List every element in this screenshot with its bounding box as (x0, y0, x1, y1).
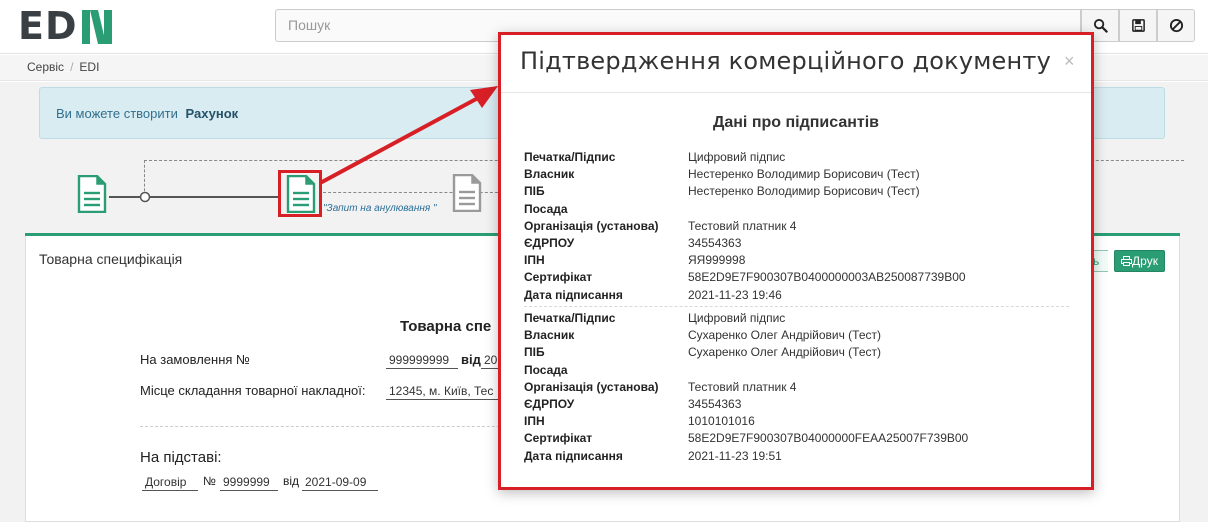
save-button[interactable] (1119, 9, 1157, 42)
signer-row: ІПН ЯЯ999998 (524, 252, 1069, 269)
signer-row: Сертифікат 58E2D9E7F900307B04000000FEAA25… (524, 430, 1069, 447)
place-value: 12345, м. Київ, Тес (386, 382, 501, 400)
signer-field-value: 34554363 (688, 235, 742, 250)
signer-field-label: ЄДРПОУ (524, 396, 575, 411)
signer-field-label: ІПН (524, 253, 545, 268)
signer-field-value: ЯЯ999998 (688, 253, 746, 268)
signer-field-label: Печатка/Підпис (524, 311, 616, 325)
signer-row: ЄДРПОУ 34554363 (524, 396, 1069, 413)
document-icon-cancel-request[interactable] (452, 174, 482, 212)
signer-field-value: Сухаренко Олег Андрійович (Тест) (688, 345, 881, 360)
flow-connector (109, 196, 279, 198)
order-number: 999999999 (386, 351, 458, 369)
print-button[interactable]: Друк (1114, 250, 1165, 272)
signer-field-value: Нестеренко Володимир Борисович (Тест) (688, 167, 920, 182)
signer-row: ЄДРПОУ 34554363 (524, 235, 1069, 252)
signer-field-label: Власник (524, 328, 575, 343)
modal-subtitle: Дані про підписантів (712, 114, 880, 131)
signer-field-value: Тестовий платник 4 (688, 379, 797, 394)
signer-field-value: Нестеренко Володимир Борисович (Тест) (688, 184, 920, 199)
basis-from-label: від (283, 474, 300, 488)
signer-row: Власник Нестеренко Володимир Борисович (Т… (524, 166, 1069, 183)
create-invoice-link[interactable]: Рахунок (186, 106, 239, 121)
signer-row: Організація (установа) Тестовий платник 4 (524, 218, 1069, 235)
signer-field-value: Цифровий підпис (688, 150, 786, 164)
signer-field-value: 58E2D9E7F900307B04000000FEAA25007F739B00 (688, 431, 969, 446)
breadcrumb-item-service[interactable]: Сервіс (27, 60, 64, 74)
signer-field-value: Цифровий підпис (688, 311, 786, 325)
save-icon (1131, 19, 1145, 32)
close-icon[interactable]: × (1064, 52, 1075, 70)
basis-date: 2021-09-09 (302, 473, 378, 491)
basis-heading: На підставі: (140, 449, 222, 466)
signer-field-label: Посада (524, 201, 568, 216)
signer-separator (524, 306, 1069, 307)
signer-field-label: ЄДРПОУ (524, 235, 575, 250)
logo-n-mark (80, 8, 114, 44)
signer-row: Дата підписання 2021-11-23 19:46 (524, 287, 1069, 304)
breadcrumb-item-edi[interactable]: EDI (79, 60, 99, 74)
signer-row: Посада (524, 362, 1069, 379)
modal-title: Підтвердження комерційного документу (520, 47, 1051, 75)
signer-row: ІПН 1010101016 (524, 413, 1069, 430)
basis-document-type: Договір (142, 473, 198, 491)
breadcrumb-separator: / (70, 60, 74, 74)
signer-field-value: 58E2D9E7F900307B0400000003AB250087739B00 (688, 270, 966, 285)
logo-text: ED (18, 4, 78, 48)
flow-step-label: "Запит на анулювання " (323, 203, 437, 214)
order-label: На замовлення № (140, 352, 250, 367)
signer-field-label: Печатка/Підпис (524, 150, 616, 164)
signer-field-label: Організація (установа) (524, 379, 659, 394)
print-icon (1121, 256, 1133, 266)
flow-node (139, 191, 151, 203)
signer-field-label: Власник (524, 167, 575, 182)
signer-block-2: Печатка/Підпис Цифровий підпис Власник Сух… (524, 310, 1069, 465)
cancel-icon (1169, 18, 1183, 33)
signer-row: Печатка/Підпис Цифровий підпис (524, 149, 1069, 166)
signer-field-label: Посада (524, 362, 568, 377)
modal-header: Підтвердження комерційного документу × (501, 35, 1091, 93)
signer-field-label: ПІБ (524, 184, 545, 199)
document-icon-order[interactable] (77, 175, 107, 213)
signer-field-value: 2021-11-23 19:46 (688, 287, 782, 302)
basis-number-label: № (203, 474, 216, 488)
basis-number: 9999999 (220, 473, 278, 491)
signer-field-label: Організація (установа) (524, 218, 659, 233)
signer-row: Дата підписання 2021-11-23 19:51 (524, 448, 1069, 465)
signer-field-value: 1010101016 (688, 414, 755, 429)
signer-row: Власник Сухаренко Олег Андрійович (Тест) (524, 327, 1069, 344)
signer-row: Сертифікат 58E2D9E7F900307B0400000003AB25… (524, 269, 1069, 286)
signer-row: ПІБ Нестеренко Володимир Борисович (Тест) (524, 183, 1069, 200)
signer-row: Організація (установа) Тестовий платник 4 (524, 379, 1069, 396)
panel-title: Товарна специфікація (39, 251, 183, 267)
signer-field-value: 34554363 (688, 396, 742, 411)
signers-modal: Підтвердження комерційного документу × Д… (498, 32, 1094, 490)
signer-field-label: Дата підписання (524, 287, 623, 302)
signer-field-label: Сертифікат (524, 431, 593, 446)
signer-field-value: 2021-11-23 19:51 (688, 448, 782, 463)
signer-field-label: Сертифікат (524, 270, 593, 285)
signer-block-1: Печатка/Підпис Цифровий підпис Власник Нес… (524, 149, 1069, 304)
search-icon (1093, 18, 1108, 33)
order-from-label: від (461, 352, 481, 367)
signer-row: ПІБ Сухаренко Олег Андрійович (Тест) (524, 344, 1069, 361)
signer-field-value: Сухаренко Олег Андрійович (Тест) (688, 328, 881, 343)
signer-row: Печатка/Підпис Цифровий підпис (524, 310, 1069, 327)
cancel-button[interactable] (1157, 9, 1195, 42)
highlight-box (278, 170, 322, 217)
section-divider (140, 426, 510, 427)
place-label: Місце складання товарної накладної: (140, 383, 366, 398)
print-button-label: Друк (1132, 254, 1158, 268)
signer-field-value: Тестовий платник 4 (688, 218, 797, 233)
edin-logo[interactable]: ED (18, 4, 114, 48)
signer-field-label: ПІБ (524, 345, 545, 360)
signer-row: Посада (524, 201, 1069, 218)
signer-field-label: ІПН (524, 414, 545, 429)
alert-text: Ви можете створити (56, 106, 178, 121)
signer-field-label: Дата підписання (524, 448, 623, 463)
document-heading: Товарна спе (400, 318, 492, 335)
